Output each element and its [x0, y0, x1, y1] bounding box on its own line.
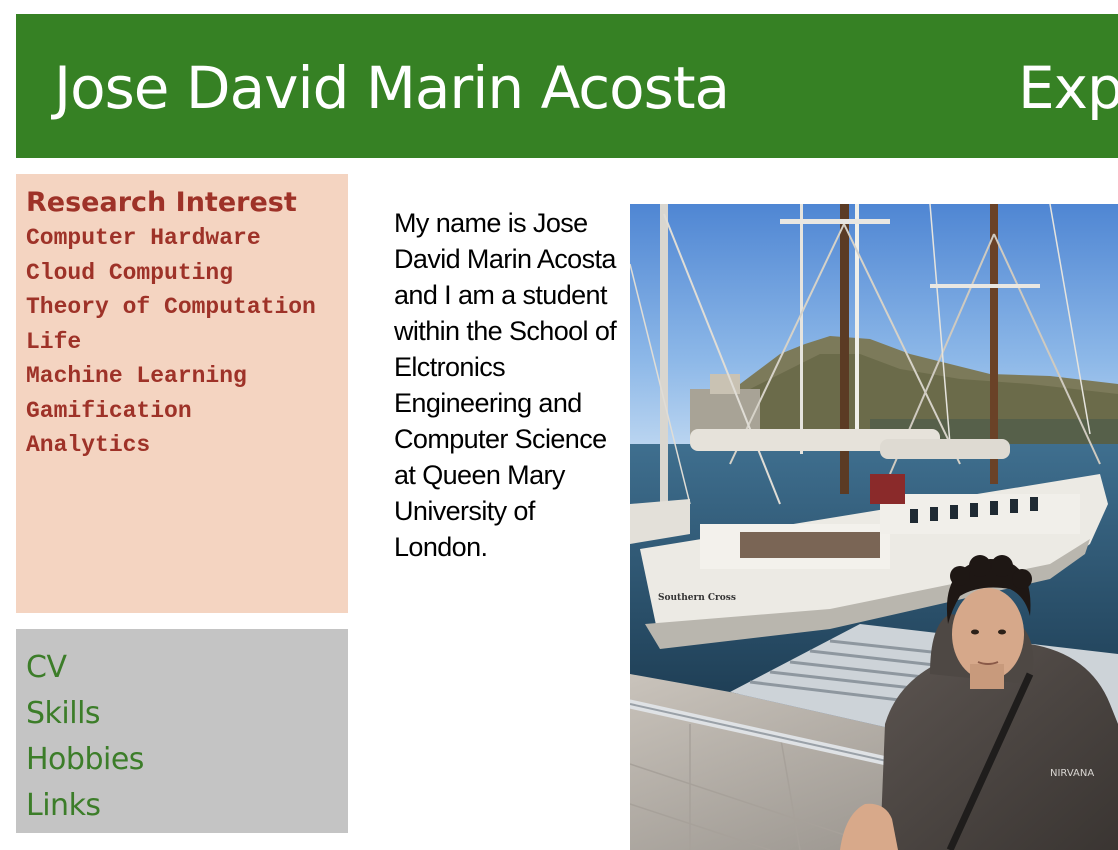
nav-list: CV Skills Hobbies Links — [26, 645, 144, 829]
research-interest-item: Life — [26, 328, 82, 355]
nav-item-hobbies: Hobbies — [26, 737, 144, 783]
research-interest-heading: Research Interest — [26, 187, 297, 218]
nav-item-links: Links — [26, 783, 144, 829]
boat-name-label: Southern Cross — [658, 593, 736, 603]
page-title: Jose David Marin Acosta — [54, 54, 730, 122]
site-header: Jose David Marin Acosta Exp — [16, 14, 1118, 158]
research-interest-item: Analytics — [26, 432, 151, 458]
header-nav-text[interactable]: Exp — [1018, 56, 1118, 120]
hoodie-print-text: NIRVANA — [1050, 768, 1094, 779]
research-interest-list: Computer Hardware Cloud Computing Theory… — [26, 224, 337, 466]
profile-photo: Southern Cross NIRVANA — [630, 204, 1118, 850]
research-interest-item: Cloud Computing — [26, 259, 234, 286]
nav-item-cv: CV — [26, 645, 144, 691]
page: Jose David Marin Acosta Exp Research Int… — [0, 0, 1118, 850]
nav-link-links[interactable]: Links — [26, 783, 144, 829]
nav-item-skills: Skills — [26, 691, 144, 737]
research-interest-item: Machine Learning — [26, 363, 247, 389]
nav-link-hobbies[interactable]: Hobbies — [26, 737, 144, 783]
bio-text: My name is Jose David Marin Acosta and I… — [394, 208, 617, 562]
profile-photo-illustration: Southern Cross NIRVANA — [630, 204, 1118, 850]
research-interest-item: Computer Hardware — [26, 225, 261, 251]
research-interest-item: Gamification — [26, 397, 192, 424]
nav-link-skills[interactable]: Skills — [26, 691, 144, 737]
nav-link-cv[interactable]: CV — [26, 645, 144, 691]
nav-panel: CV Skills Hobbies Links — [16, 629, 348, 833]
research-interest-panel: Research Interest Computer Hardware Clou… — [16, 174, 348, 613]
research-interest-item: Theory of Computation — [26, 294, 316, 320]
